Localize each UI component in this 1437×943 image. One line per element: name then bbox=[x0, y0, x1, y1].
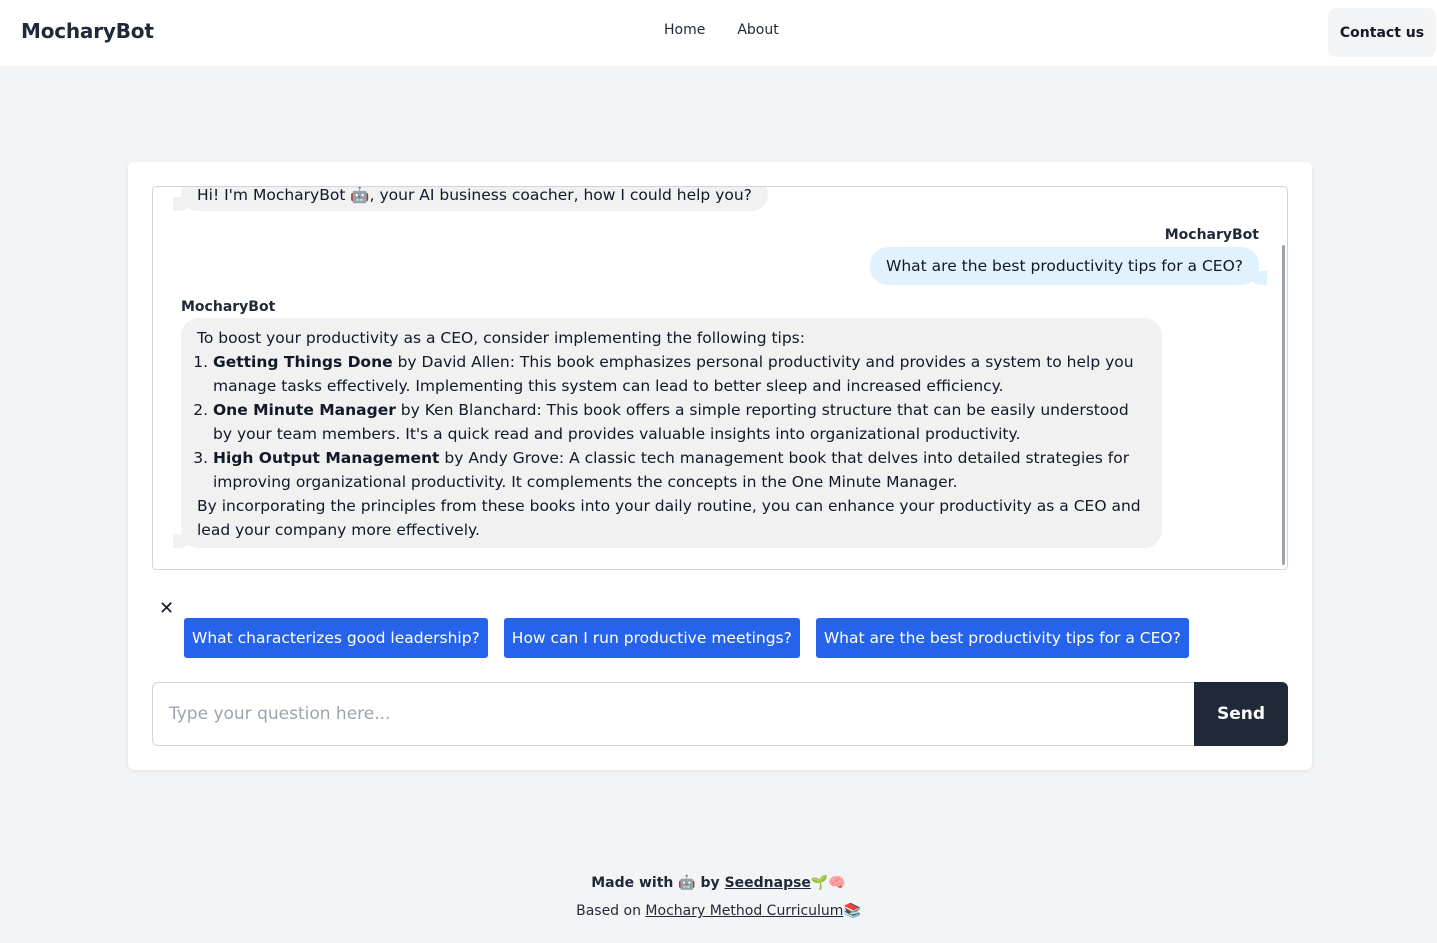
bot-answer-message: To boost your productivity as a CEO, con… bbox=[173, 318, 1162, 548]
books-emoji: 📚 bbox=[843, 903, 861, 919]
composer: Send bbox=[152, 682, 1288, 746]
nav-links: Home About bbox=[664, 22, 779, 38]
footer-made-with: Made with 🤖 by Seednapse🌱🧠 bbox=[0, 872, 1437, 894]
top-navbar: MocharyBot Home About Contact us bbox=[0, 0, 1437, 66]
chat-card: Hi! I'm MocharyBot 🤖, your AI business c… bbox=[128, 162, 1312, 770]
suggestion-chip-leadership[interactable]: What characterizes good leadership? bbox=[184, 618, 488, 658]
answer-intro: To boost your productivity as a CEO, con… bbox=[197, 329, 805, 347]
bot-sender-name: MocharyBot bbox=[181, 299, 276, 315]
book-title: Getting Things Done bbox=[213, 353, 393, 371]
answer-outro: By incorporating the principles from the… bbox=[197, 497, 1141, 539]
brand-logo[interactable]: MocharyBot bbox=[21, 19, 154, 43]
send-button[interactable]: Send bbox=[1194, 682, 1288, 746]
bot-greeting-message: Hi! I'm MocharyBot 🤖, your AI business c… bbox=[173, 187, 768, 211]
seednapse-emoji: 🌱🧠 bbox=[810, 875, 846, 891]
user-sender-name: MocharyBot bbox=[1164, 227, 1259, 243]
based-on-text: Based on bbox=[576, 903, 646, 919]
seednapse-link[interactable]: Seednapse bbox=[725, 875, 811, 891]
suggestion-chips: What characterizes good leadership? How … bbox=[184, 618, 1189, 658]
answer-list-item: Getting Things Done by David Allen: This… bbox=[213, 350, 1146, 398]
suggestion-chip-meetings[interactable]: How can I run productive meetings? bbox=[503, 618, 800, 658]
footer-based-on: Based on Mochary Method Curriculum📚 bbox=[0, 900, 1437, 922]
answer-list-item: High Output Management by Andy Grove: A … bbox=[213, 446, 1146, 494]
chat-window[interactable]: Hi! I'm MocharyBot 🤖, your AI business c… bbox=[152, 186, 1288, 570]
book-title: One Minute Manager bbox=[213, 401, 396, 419]
book-title: High Output Management bbox=[213, 449, 440, 467]
answer-list: Getting Things Done by David Allen: This… bbox=[197, 350, 1146, 494]
user-message: What are the best productivity tips for … bbox=[870, 247, 1267, 285]
footer: Made with 🤖 by Seednapse🌱🧠 Based on Moch… bbox=[0, 872, 1437, 922]
close-suggestions-icon[interactable]: ✕ bbox=[159, 600, 174, 618]
nav-link-about[interactable]: About bbox=[737, 22, 778, 38]
curriculum-link[interactable]: Mochary Method Curriculum bbox=[645, 903, 843, 919]
chat-scrollbar[interactable] bbox=[1282, 245, 1285, 565]
question-input[interactable] bbox=[152, 682, 1194, 746]
suggestion-chip-productivity[interactable]: What are the best productivity tips for … bbox=[815, 618, 1189, 658]
answer-list-item: One Minute Manager by Ken Blanchard: Thi… bbox=[213, 398, 1146, 446]
made-with-text: Made with 🤖 by bbox=[591, 875, 725, 891]
contact-us-button[interactable]: Contact us bbox=[1328, 8, 1436, 57]
nav-link-home[interactable]: Home bbox=[664, 22, 705, 38]
